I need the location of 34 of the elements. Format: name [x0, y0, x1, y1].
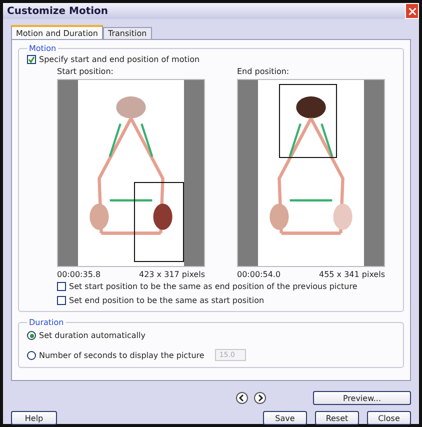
radio-button[interactable] — [27, 350, 36, 360]
checkbox-label: Set end position to be the same as start position — [69, 296, 264, 305]
tab[interactable]: Motion and Duration — [11, 25, 104, 39]
checkbox-label: Specify start and end position of motion — [39, 55, 200, 64]
checkbox-row[interactable]: Specify start and end position of motion — [27, 55, 395, 64]
dialog-button[interactable]: Help — [11, 411, 57, 425]
checkbox[interactable] — [57, 282, 66, 291]
close-icon — [408, 8, 416, 14]
checkbox[interactable] — [27, 55, 36, 64]
radio-button[interactable] — [27, 331, 36, 340]
image-size: 423 x 317 pixels — [138, 270, 205, 279]
group-label: Motion — [28, 44, 58, 53]
position-label: Start position: — [57, 67, 114, 76]
dialog-button[interactable]: Save — [263, 411, 307, 425]
close-button[interactable] — [405, 3, 419, 19]
selection-frame[interactable] — [134, 182, 184, 262]
window-title: Customize Motion — [7, 6, 108, 16]
position-label: End position: — [237, 67, 290, 76]
checkbox-row[interactable]: Set end position to be the same as start position — [57, 296, 395, 305]
checkbox[interactable] — [57, 296, 66, 305]
timestamp: 00:00:35.8 — [57, 270, 101, 279]
radio-row[interactable]: Set duration automatically — [27, 331, 395, 340]
radio-label: Set duration automatically — [39, 331, 146, 340]
timestamp: 00:00:54.0 — [237, 270, 281, 279]
tab[interactable]: Transition — [103, 27, 152, 39]
selection-frame[interactable] — [278, 84, 338, 158]
image-size: 455 x 341 pixels — [318, 270, 385, 279]
dialog-button[interactable]: Close — [367, 411, 411, 425]
preview-button[interactable]: Preview... — [313, 391, 411, 405]
dialog-button[interactable]: Reset — [315, 411, 359, 425]
radio-label: Number of seconds to display the picture — [39, 350, 204, 360]
previous-icon[interactable] — [236, 392, 248, 404]
group-label: Duration — [28, 318, 65, 327]
next-icon[interactable] — [254, 392, 266, 404]
